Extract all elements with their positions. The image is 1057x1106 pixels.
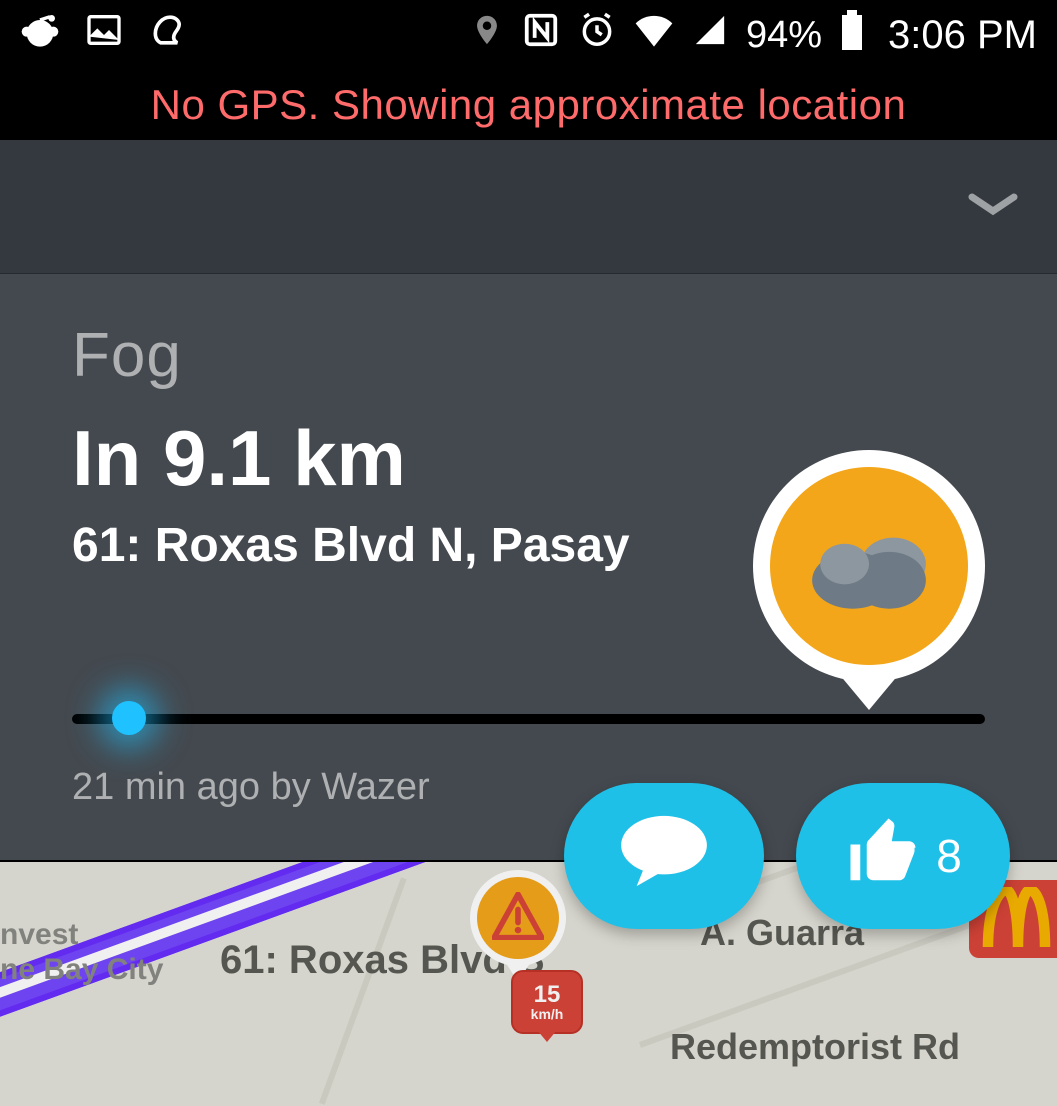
speed-unit: km/h <box>531 1007 564 1022</box>
map-street-label: Redemptorist Rd <box>670 1026 960 1068</box>
like-count: 8 <box>936 829 962 883</box>
battery-icon <box>840 10 864 60</box>
map-speed-badge[interactable]: 15 km/h <box>511 970 583 1034</box>
clock: 3:06 PM <box>882 13 1037 58</box>
nfc-icon <box>522 11 560 59</box>
gps-warning-banner: No GPS. Showing approximate location <box>0 70 1057 140</box>
map-hazard-pin[interactable] <box>470 870 566 966</box>
gps-warning-text: No GPS. Showing approximate location <box>151 81 907 129</box>
footsteps-icon <box>148 8 192 62</box>
wifi-icon <box>634 13 674 57</box>
alert-card: Fog In 9.1 km 61: Roxas Blvd N, Pasay 21… <box>0 274 1057 860</box>
cell-signal-icon <box>692 13 728 57</box>
reddit-icon <box>20 10 60 60</box>
alert-type: Fog <box>72 320 985 391</box>
map-area-label: nvest <box>0 918 78 951</box>
speech-bubble-icon <box>617 812 711 901</box>
location-pin-icon <box>470 10 504 60</box>
image-icon <box>84 10 124 60</box>
alert-progress-indicator <box>112 701 146 735</box>
map-area-label: ne Bay City <box>0 953 163 986</box>
battery-percent: 94% <box>746 14 822 57</box>
chevron-down-icon[interactable] <box>965 190 1021 223</box>
fog-alert-pin <box>753 450 985 682</box>
cloud-icon <box>804 519 934 614</box>
alarm-icon <box>578 11 616 59</box>
alert-progress-track <box>72 714 985 724</box>
alert-header-bar[interactable] <box>0 140 1057 274</box>
speed-value: 15 <box>534 982 561 1007</box>
alert-reported-by: 21 min ago by Wazer <box>72 766 430 809</box>
thumbs-up-icon <box>844 812 922 901</box>
comment-button[interactable] <box>564 783 764 929</box>
status-bar: 94% 3:06 PM <box>0 0 1057 70</box>
warning-triangle-icon <box>492 892 544 945</box>
like-button[interactable]: 8 <box>796 783 1010 929</box>
